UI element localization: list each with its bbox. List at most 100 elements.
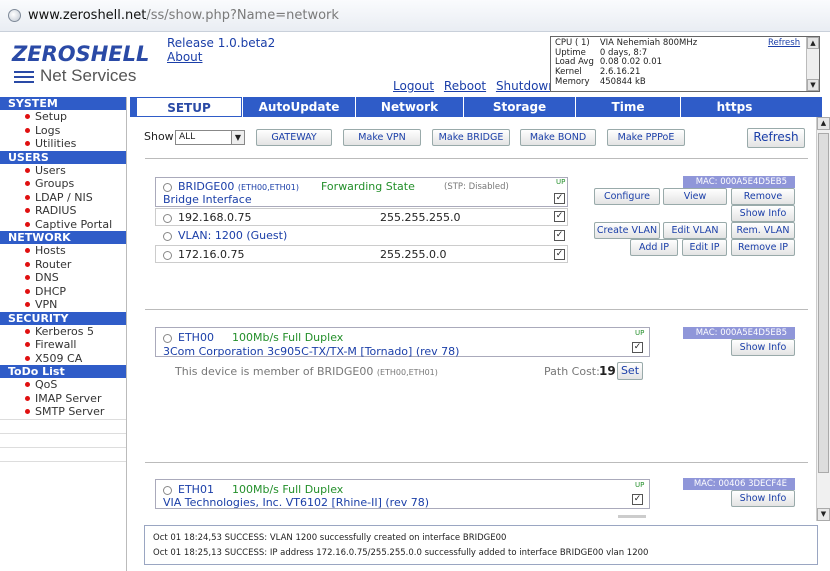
tab-setup[interactable]: SETUP bbox=[136, 97, 242, 117]
about-link[interactable]: About bbox=[167, 50, 202, 64]
sidebar-item-firewall[interactable]: Firewall bbox=[0, 338, 126, 352]
globe-icon bbox=[8, 9, 21, 22]
set-button[interactable]: Set bbox=[617, 362, 643, 380]
bridge-mac-badge: MAC: 000A5E4D5EB5 bbox=[683, 176, 795, 188]
make-bond-button[interactable]: Make BOND bbox=[520, 129, 596, 146]
sidebar-item-qos[interactable]: QoS bbox=[0, 378, 126, 392]
browser-address-bar[interactable]: www.zeroshell.net/ss/show.php?Name=netwo… bbox=[0, 0, 830, 32]
resize-handle[interactable] bbox=[618, 515, 646, 518]
edit-vlan-button[interactable]: Edit VLAN bbox=[663, 222, 727, 239]
scroll-thumb[interactable] bbox=[818, 133, 829, 473]
tab-autoupdate[interactable]: AutoUpdate bbox=[242, 97, 355, 117]
create-vlan-button[interactable]: Create VLAN bbox=[594, 222, 660, 239]
sidebar-item-setup[interactable]: Setup bbox=[0, 110, 126, 124]
sidebar-item-radius[interactable]: RADIUS bbox=[0, 204, 126, 218]
sidebar-item-utilities[interactable]: Utilities bbox=[0, 137, 126, 151]
chevron-down-icon[interactable]: ▼ bbox=[231, 131, 244, 144]
main-scrollbar[interactable]: ▲ ▼ bbox=[816, 117, 830, 521]
scroll-down-icon[interactable]: ▼ bbox=[807, 79, 819, 91]
sidebar-empty-row bbox=[0, 446, 126, 461]
add-ip-button[interactable]: Add IP bbox=[630, 239, 678, 256]
sysinfo-scrollbar[interactable]: ▲ ▼ bbox=[806, 37, 819, 91]
make-bridge-button[interactable]: Make BRIDGE bbox=[432, 129, 510, 146]
sidebar-item-vpn[interactable]: VPN bbox=[0, 298, 126, 312]
bridge-radio[interactable] bbox=[163, 182, 172, 192]
shutdown-link[interactable]: Shutdown bbox=[496, 79, 556, 93]
session-links: Logout Reboot Shutdown bbox=[393, 79, 562, 93]
vlan-radio[interactable] bbox=[163, 231, 172, 241]
edit-ip-button[interactable]: Edit IP bbox=[682, 239, 727, 256]
sidebar: SYSTEM Setup Logs Utilities USERS Users Groups… bbox=[0, 97, 127, 571]
remove-button[interactable]: Remove bbox=[731, 188, 795, 205]
scroll-up-icon[interactable]: ▲ bbox=[807, 37, 819, 49]
sidebar-item-label: IMAP Server bbox=[35, 391, 102, 405]
sidebar-section-system: SYSTEM bbox=[0, 97, 126, 110]
divider bbox=[145, 309, 808, 310]
sidebar-empty-row bbox=[0, 432, 126, 447]
make-vpn-button[interactable]: Make VPN bbox=[343, 129, 421, 146]
release-label: Release 1.0.beta2 bbox=[167, 36, 276, 50]
sidebar-item-ldap-nis[interactable]: LDAP / NIS bbox=[0, 191, 126, 205]
tab-time[interactable]: Time bbox=[575, 97, 680, 117]
sidebar-item-label: LDAP / NIS bbox=[35, 190, 93, 204]
scroll-up-icon[interactable]: ▲ bbox=[817, 117, 830, 130]
eth01-speed: 100Mb/s Full Duplex bbox=[232, 483, 344, 496]
ip-enabled-checkbox[interactable]: ✓ bbox=[554, 211, 565, 222]
eth00-desc: 3Com Corporation 3c905C-TX/TX-M [Tornado… bbox=[163, 345, 460, 358]
tab-https[interactable]: https bbox=[680, 97, 788, 117]
sidebar-item-users[interactable]: Users bbox=[0, 164, 126, 178]
sidebar-item-imap-server[interactable]: IMAP Server bbox=[0, 392, 126, 406]
eth00-up-checkbox[interactable]: ✓ bbox=[632, 342, 643, 353]
show-filter-value: ALL bbox=[179, 132, 196, 142]
url-text[interactable]: www.zeroshell.net/ss/show.php?Name=netwo… bbox=[28, 8, 339, 23]
vlan-label: VLAN: 1200 bbox=[178, 229, 243, 242]
ip-radio[interactable] bbox=[163, 213, 172, 223]
sysinfo-refresh-link[interactable]: Refresh bbox=[768, 38, 800, 49]
bridge-up-checkbox[interactable]: ✓ bbox=[554, 193, 565, 204]
eth01-up-checkbox[interactable]: ✓ bbox=[632, 494, 643, 505]
gateway-button[interactable]: GATEWAY bbox=[256, 129, 332, 146]
sidebar-item-dhcp[interactable]: DHCP bbox=[0, 285, 126, 299]
vlan-row: VLAN: 1200 (Guest) bbox=[163, 229, 287, 242]
ip-row-content: 192.168.0.75 bbox=[163, 211, 251, 224]
logout-link[interactable]: Logout bbox=[393, 79, 434, 93]
sidebar-item-smtp-server[interactable]: SMTP Server bbox=[0, 405, 126, 419]
eth01-mac-badge: MAC: 00406 3DECF4E bbox=[683, 478, 795, 490]
show-filter-select[interactable]: ALL ▼ bbox=[175, 130, 245, 145]
refresh-button[interactable]: Refresh bbox=[747, 128, 805, 148]
eth00-show-info-button[interactable]: Show Info bbox=[731, 339, 795, 356]
message-log: Oct 01 18:24,53 SUCCESS: VLAN 1200 succe… bbox=[144, 525, 818, 565]
eth01-radio[interactable] bbox=[163, 485, 172, 495]
scroll-down-icon[interactable]: ▼ bbox=[817, 508, 830, 521]
sidebar-item-captive-portal[interactable]: Captive Portal bbox=[0, 218, 126, 232]
remove-ip-button[interactable]: Remove IP bbox=[731, 239, 795, 256]
path-cost-label: Path Cost: bbox=[544, 365, 600, 378]
sidebar-item-kerberos-5[interactable]: Kerberos 5 bbox=[0, 325, 126, 339]
sidebar-item-label: DNS bbox=[35, 271, 59, 284]
sidebar-item-label: RADIUS bbox=[35, 204, 77, 217]
sidebar-item-x509-ca[interactable]: X509 CA bbox=[0, 352, 126, 366]
sidebar-item-dns[interactable]: DNS bbox=[0, 271, 126, 285]
view-button[interactable]: View bbox=[663, 188, 727, 205]
path-cost-value[interactable]: 19 bbox=[599, 364, 616, 378]
eth00-speed: 100Mb/s Full Duplex bbox=[232, 331, 344, 344]
tab-network[interactable]: Network bbox=[355, 97, 463, 117]
vlan-ip-content: 172.16.0.75 bbox=[163, 248, 244, 261]
vlan-ip-radio[interactable] bbox=[163, 250, 172, 260]
tab-storage[interactable]: Storage bbox=[463, 97, 575, 117]
rem-vlan-button[interactable]: Rem. VLAN bbox=[731, 222, 795, 239]
reboot-link[interactable]: Reboot bbox=[444, 79, 486, 93]
sidebar-item-label: Setup bbox=[35, 110, 68, 123]
eth01-show-info-button[interactable]: Show Info bbox=[731, 490, 795, 507]
configure-button[interactable]: Configure bbox=[594, 188, 660, 205]
logo-lines-icon bbox=[14, 70, 34, 83]
vlan-ip-enabled-checkbox[interactable]: ✓ bbox=[554, 249, 565, 260]
vlan-enabled-checkbox[interactable]: ✓ bbox=[554, 230, 565, 241]
sidebar-item-router[interactable]: Router bbox=[0, 258, 126, 272]
make-pppoe-button[interactable]: Make PPPoE bbox=[607, 129, 685, 146]
eth00-radio[interactable] bbox=[163, 333, 172, 343]
bridge-show-info-button[interactable]: Show Info bbox=[731, 205, 795, 222]
sidebar-item-groups[interactable]: Groups bbox=[0, 177, 126, 191]
sidebar-item-logs[interactable]: Logs bbox=[0, 124, 126, 138]
sidebar-item-hosts[interactable]: Hosts bbox=[0, 244, 126, 258]
